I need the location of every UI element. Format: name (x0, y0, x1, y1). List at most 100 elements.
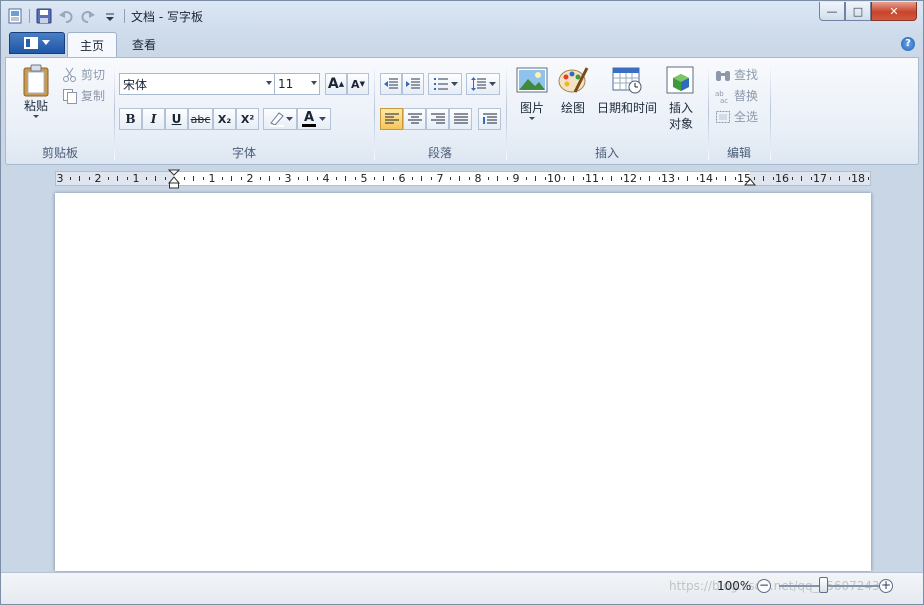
ruler-tick (316, 177, 318, 180)
document-page[interactable] (55, 193, 871, 571)
undo-icon[interactable] (58, 8, 74, 24)
ruler-tick (658, 177, 660, 180)
chevron-down-icon (285, 116, 293, 121)
ribbon-tab-row: 主页 查看 ? (1, 31, 923, 57)
decrease-indent-icon (384, 78, 398, 89)
ruler-number: 12 (623, 172, 637, 185)
copy-button[interactable]: 复制 (62, 87, 105, 104)
ruler-number: 9 (512, 172, 520, 185)
customize-qat-icon[interactable] (102, 8, 118, 24)
ruler-number: 16 (775, 172, 789, 185)
underline-button[interactable]: U (165, 108, 188, 130)
minimize-button[interactable]: — (819, 2, 845, 21)
paste-button[interactable]: 粘贴 (18, 64, 54, 120)
increase-indent-button[interactable] (402, 73, 424, 95)
ruler-tick (772, 177, 774, 180)
insert-picture-button[interactable]: 图片 (513, 66, 551, 122)
indent-marker-icon[interactable] (168, 169, 180, 189)
insert-object-button[interactable]: 插入 对象 (661, 66, 701, 132)
title-bar: 文档 - 写字板 — □ ✕ (1, 1, 923, 31)
align-right-icon (430, 113, 445, 124)
zoom-slider-thumb[interactable] (819, 577, 828, 593)
strikethrough-button[interactable]: abc (188, 108, 213, 130)
maximize-button[interactable]: □ (845, 2, 871, 21)
paste-label: 粘贴 (23, 99, 48, 113)
chevron-down-icon (42, 40, 50, 45)
chevron-down-icon[interactable] (311, 81, 317, 85)
horizontal-ruler[interactable]: 3 2 1 1 2 3 4 5 6 7 8 9 10 11 12 13 14 15 16 17 18 (55, 169, 871, 189)
align-right-button[interactable] (426, 108, 449, 130)
zoom-slider-track[interactable] (779, 585, 879, 587)
cut-button[interactable]: 剪切 (62, 66, 105, 83)
wordpad-app-icon[interactable] (7, 8, 23, 24)
save-icon[interactable] (36, 8, 52, 24)
font-color-button[interactable]: A (297, 108, 331, 130)
align-center-button[interactable] (403, 108, 426, 130)
window-controls: — □ ✕ (819, 2, 917, 21)
ruler-tick (69, 177, 71, 180)
select-all-button[interactable]: 全选 (715, 108, 758, 125)
ruler-tick (117, 176, 118, 181)
close-button[interactable]: ✕ (871, 2, 917, 21)
chevron-down-icon[interactable] (266, 81, 272, 85)
italic-button[interactable]: I (142, 108, 165, 130)
line-spacing-button[interactable] (466, 73, 500, 95)
ruler-tick (801, 176, 802, 181)
ruler-tick (335, 177, 337, 180)
paragraph-settings-icon (482, 113, 497, 124)
select-all-icon (716, 110, 730, 123)
highlight-color-button[interactable] (263, 108, 297, 130)
wordpad-window: 文档 - 写字板 — □ ✕ 主页 查看 ? 粘贴 剪切 复制 剪贴板 宋体 1… (0, 0, 924, 605)
paragraph-dialog-button[interactable] (478, 108, 501, 130)
bold-button[interactable]: B (119, 108, 142, 130)
paint-drawing-button[interactable]: 绘图 (555, 66, 591, 116)
ruler-tick (753, 177, 755, 180)
highlighter-icon (269, 112, 284, 127)
zoom-out-button[interactable]: − (757, 579, 771, 593)
paint-palette-icon (558, 67, 589, 93)
font-color-icon: A (303, 109, 315, 125)
ruler-tick (88, 177, 90, 180)
subscript-button[interactable]: X₂ (213, 108, 236, 130)
tab-home[interactable]: 主页 (67, 32, 118, 57)
superscript-button[interactable]: X² (236, 108, 259, 130)
replace-button[interactable]: ab ac 替换 (715, 87, 758, 104)
ruler-tick (345, 176, 346, 181)
calendar-clock-icon (612, 67, 642, 94)
shrink-font-button[interactable]: A ▼ (347, 73, 369, 95)
ruler-tick (611, 176, 612, 181)
bullet-list-button[interactable] (428, 73, 462, 95)
ruler-tick (563, 177, 565, 180)
grow-font-button[interactable]: A ▲ (325, 73, 347, 95)
zoom-in-button[interactable]: + (879, 579, 893, 593)
decrease-indent-button[interactable] (380, 73, 402, 95)
ruler-tick (145, 177, 147, 180)
app-menu-icon (24, 37, 38, 49)
align-left-button[interactable] (380, 108, 403, 130)
ruler-tick (544, 177, 546, 180)
justify-button[interactable] (449, 108, 472, 130)
application-menu-button[interactable] (9, 32, 65, 54)
redo-icon[interactable] (80, 8, 96, 24)
font-family-combo[interactable]: 宋体 (119, 73, 275, 95)
group-label-clipboard: 剪贴板 (41, 146, 78, 160)
document-area (5, 193, 919, 571)
ruler-tick (497, 176, 498, 181)
group-editing: 查找 ab ac 替换 全选 编辑 (709, 58, 769, 164)
ruler-tick (687, 176, 688, 181)
ruler-tick (231, 176, 232, 181)
font-size-combo[interactable]: 11 (274, 73, 320, 95)
insert-datetime-button[interactable]: 日期和时间 (595, 66, 659, 116)
find-button[interactable]: 查找 (715, 66, 758, 83)
help-icon[interactable]: ? (901, 37, 915, 51)
qat-separator (29, 9, 30, 23)
ruler-tick (639, 177, 641, 180)
ruler-area: 3 2 1 1 2 3 4 5 6 7 8 9 10 11 12 13 14 15 16 17 18 (5, 165, 919, 193)
ruler-tick (107, 177, 109, 180)
tab-view[interactable]: 查看 (120, 32, 168, 57)
group-label-editing: 编辑 (726, 146, 751, 160)
binoculars-icon (716, 70, 730, 81)
ruler-number: 8 (474, 172, 482, 185)
bullet-list-icon (433, 78, 448, 90)
clipboard-icon (23, 64, 49, 97)
